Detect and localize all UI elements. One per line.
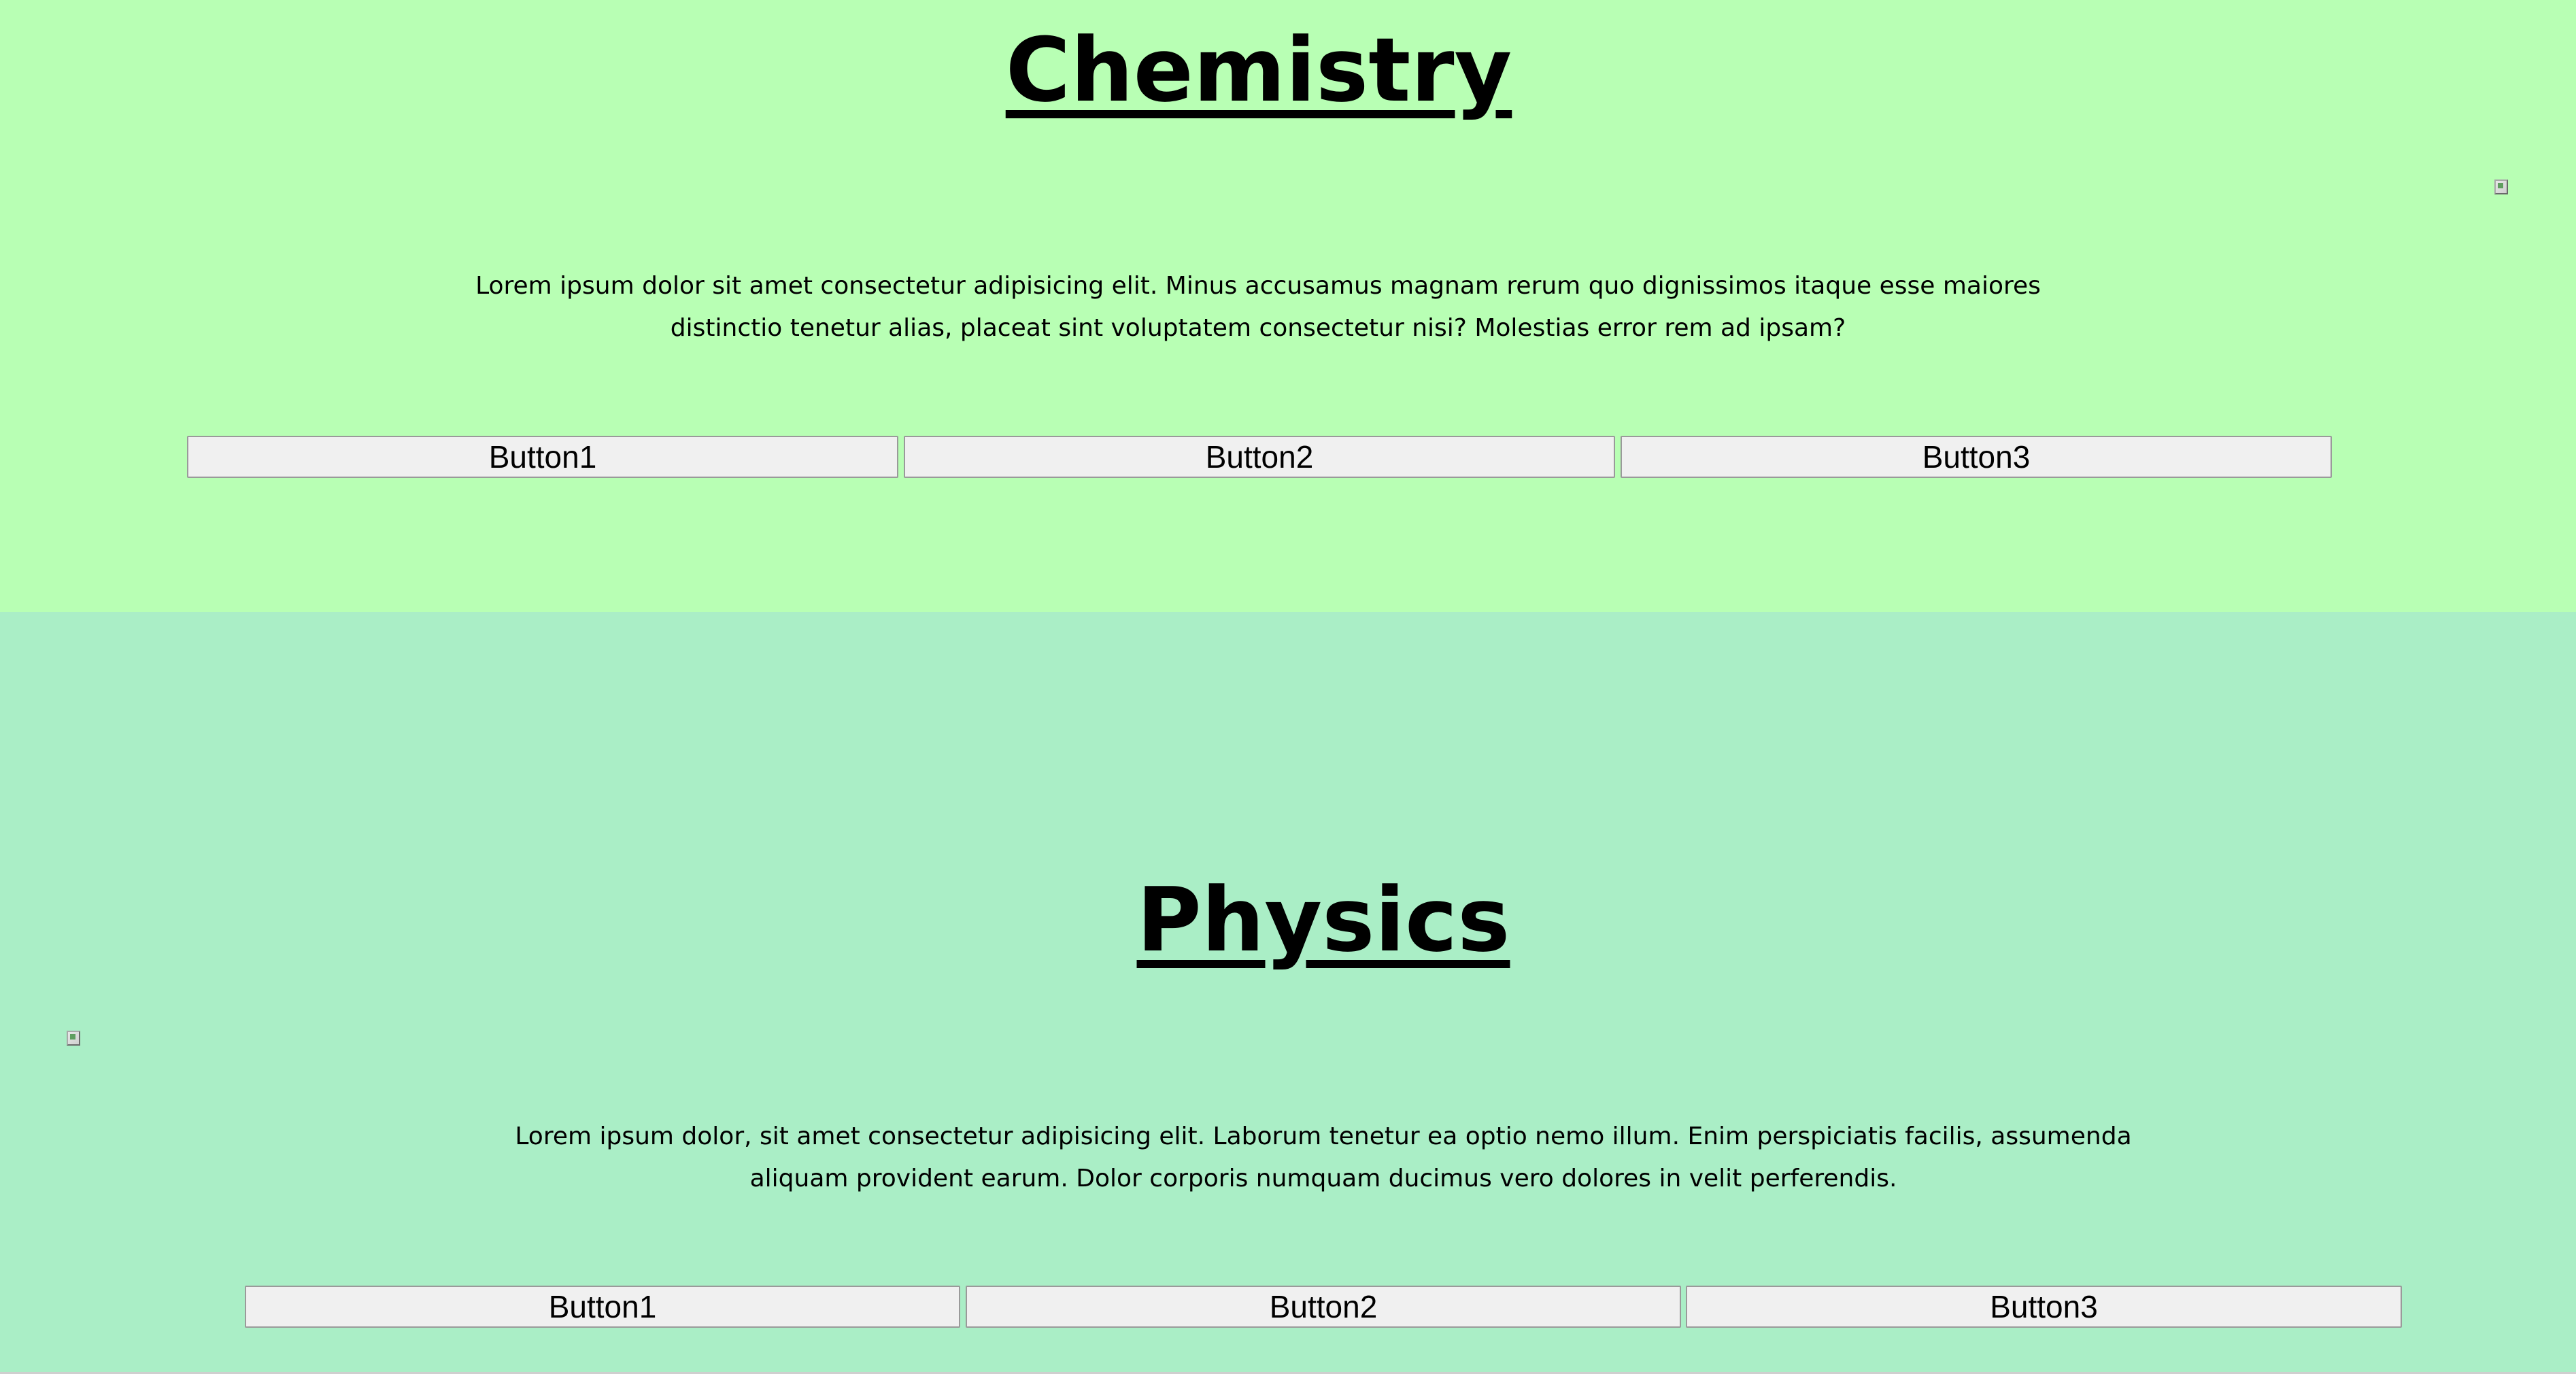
physics-section: Physics Lorem ipsum dolor, sit amet cons…	[0, 612, 2576, 1374]
chemistry-section: Chemistry Lorem ipsum dolor sit amet con…	[0, 0, 2576, 612]
physics-paragraph-line-1: Lorem ipsum dolor, sit amet consectetur …	[515, 1122, 2132, 1150]
broken-image-icon	[2494, 179, 2508, 194]
physics-paragraph: Lorem ipsum dolor, sit amet consectetur …	[473, 1116, 2173, 1200]
chemistry-button-1[interactable]: Button1	[187, 436, 898, 478]
chemistry-button-3[interactable]: Button3	[1621, 436, 2332, 478]
physics-title: Physics	[1136, 868, 1510, 972]
chemistry-button-2[interactable]: Button2	[904, 436, 1615, 478]
physics-button-1[interactable]: Button1	[245, 1286, 960, 1328]
chemistry-paragraph-line-1: Lorem ipsum dolor sit amet consectetur a…	[475, 272, 2041, 300]
chemistry-paragraph: Lorem ipsum dolor sit amet consectetur a…	[408, 265, 2108, 349]
chemistry-paragraph-line-2: distinctio tenetur alias, placeat sint v…	[670, 314, 1846, 342]
broken-image-icon	[67, 1031, 80, 1046]
chemistry-title: Chemistry	[1005, 18, 1512, 122]
physics-paragraph-line-2: aliquam provident earum. Dolor corporis …	[749, 1165, 1897, 1192]
physics-button-3[interactable]: Button3	[1686, 1286, 2402, 1328]
physics-button-2[interactable]: Button2	[966, 1286, 1681, 1328]
